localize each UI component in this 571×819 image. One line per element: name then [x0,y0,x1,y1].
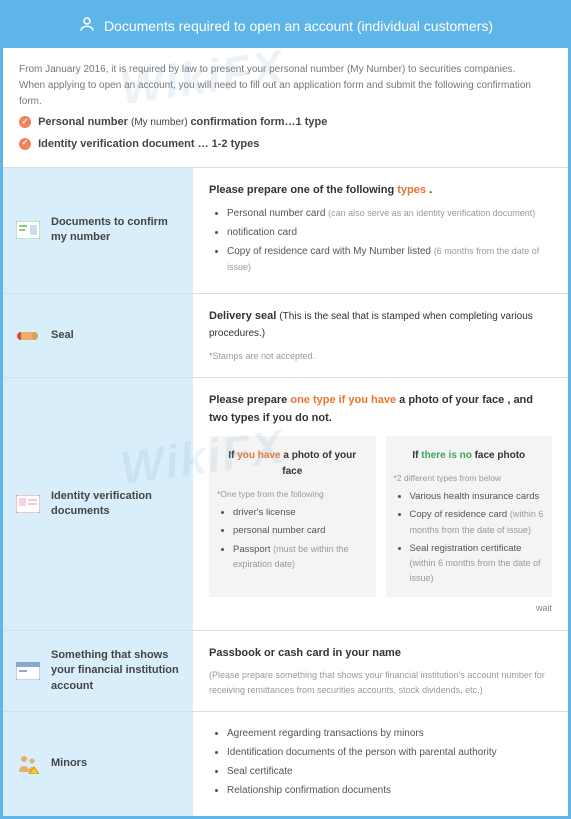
intro-line-1: From January 2016, it is required by law… [19,62,552,78]
requirement-1: ✓ Personal number (My number) confirmati… [19,114,552,132]
section-label-text: Documents to confirm my number [51,215,181,246]
title-highlight: one type if you have [290,394,399,406]
head-highlight: you have [237,450,283,461]
card-title: Documents required to open an account (i… [104,18,493,34]
minors-icon [15,754,41,774]
item-text: Passport [233,544,273,555]
content-title: Passbook or cash card in your name [209,645,552,663]
case-heading: If you have a photo of your face [217,444,368,488]
case-no-photo: If there is no face photo *2 different t… [386,436,553,598]
person-icon [78,15,96,36]
list-item: Passport (must be within the expiration … [233,542,368,572]
content-title: Delivery seal (This is the seal that is … [209,308,552,343]
intro-block: From January 2016, it is required by law… [3,48,568,168]
section-content: Agreement regarding transactions by mino… [193,712,568,816]
requirement-2: ✓ Identity verification document … 1-2 t… [19,136,552,154]
head-part: a photo of your face [282,450,356,477]
section-label-text: Something that shows your financial inst… [51,648,181,694]
section-label: Seal [3,294,193,378]
section-label: Documents to confirm my number [3,168,193,293]
requirement-1-text-c: confirmation form…1 type [190,116,327,128]
case-list: driver's license personal number card Pa… [217,505,368,572]
list-item: Relationship confirmation documents [227,783,552,799]
title-part: Delivery seal [209,310,279,322]
item-text: Copy of residence card [410,509,510,520]
list-item: notification card [227,225,552,241]
requirement-1-text-b: (My number) [131,117,190,128]
section-label-text: Minors [51,756,87,771]
section-identity: Identity verification documents Please p… [3,378,568,630]
list-item: driver's license [233,505,368,520]
head-highlight: there is no [421,450,474,461]
list-item: Copy of residence card (within 6 months … [410,507,545,537]
head-part: If [228,450,237,461]
card-icon [15,221,41,239]
content-note: *Stamps are not accepted. [209,349,552,363]
list-item: Seal registration certificate (within 6 … [410,541,545,587]
section-confirm-number: Documents to confirm my number Please pr… [3,168,568,294]
title-part: Please prepare one of the following [209,184,397,196]
requirement-2-text: Identity verification document … 1-2 typ… [38,138,259,150]
section-label: Something that shows your financial inst… [3,631,193,711]
case-list: Various health insurance cards Copy of r… [394,489,545,586]
item-list: Personal number card (can also serve as … [209,206,552,276]
requirement-1-text-a: Personal number [38,116,131,128]
content-title: Please prepare one type if you have a ph… [209,392,552,427]
content-note: (Please prepare something that shows you… [209,668,552,697]
section-label-text: Seal [51,328,74,343]
seal-icon [15,328,41,344]
list-item: Agreement regarding transactions by mino… [227,726,552,742]
list-item: Identification documents of the person w… [227,745,552,761]
section-content: Please prepare one type if you have a ph… [193,378,568,629]
section-label: Minors [3,712,193,816]
section-seal: Seal Delivery seal (This is the seal tha… [3,294,568,379]
item-text: Copy of residence card with My Number li… [227,246,434,257]
item-text: Seal registration certificate [410,543,522,554]
title-highlight: types [397,184,429,196]
document-card: Documents required to open an account (i… [0,0,571,819]
cases-row: If you have a photo of your face *One ty… [209,436,552,598]
section-bank: Something that shows your financial inst… [3,631,568,712]
intro-line-2: When applying to open an account, you wi… [19,78,552,110]
passbook-icon [15,662,41,680]
check-icon: ✓ [19,116,31,128]
item-text: Personal number card [227,208,328,219]
section-content: Passbook or cash card in your name (Plea… [193,631,568,711]
case-note: *2 different types from below [394,472,545,486]
case-note: *One type from the following [217,488,368,502]
list-item: Copy of residence card with My Number li… [227,244,552,276]
content-title: Please prepare one of the following type… [209,182,552,200]
section-label: Identity verification documents [3,378,193,629]
list-item: Seal certificate [227,764,552,780]
list-item: Personal number card (can also serve as … [227,206,552,222]
section-minors: Minors Agreement regarding transactions … [3,712,568,816]
check-icon: ✓ [19,138,31,150]
item-note: (within 6 months from the date of issue) [410,558,541,583]
title-part: Please prepare [209,394,290,406]
case-with-photo: If you have a photo of your face *One ty… [209,436,376,598]
wait-text: wait [209,601,552,615]
head-part: face photo [475,450,526,461]
item-list: Agreement regarding transactions by mino… [209,726,552,799]
item-note: (can also serve as an identity verificat… [328,208,535,218]
head-part: If [412,450,421,461]
list-item: personal number card [233,523,368,538]
list-item: Various health insurance cards [410,489,545,504]
card-header: Documents required to open an account (i… [3,3,568,48]
title-part: . [429,184,432,196]
section-content: Please prepare one of the following type… [193,168,568,293]
section-label-text: Identity verification documents [51,489,181,520]
id-card-icon [15,495,41,513]
case-heading: If there is no face photo [394,444,545,472]
section-content: Delivery seal (This is the seal that is … [193,294,568,378]
